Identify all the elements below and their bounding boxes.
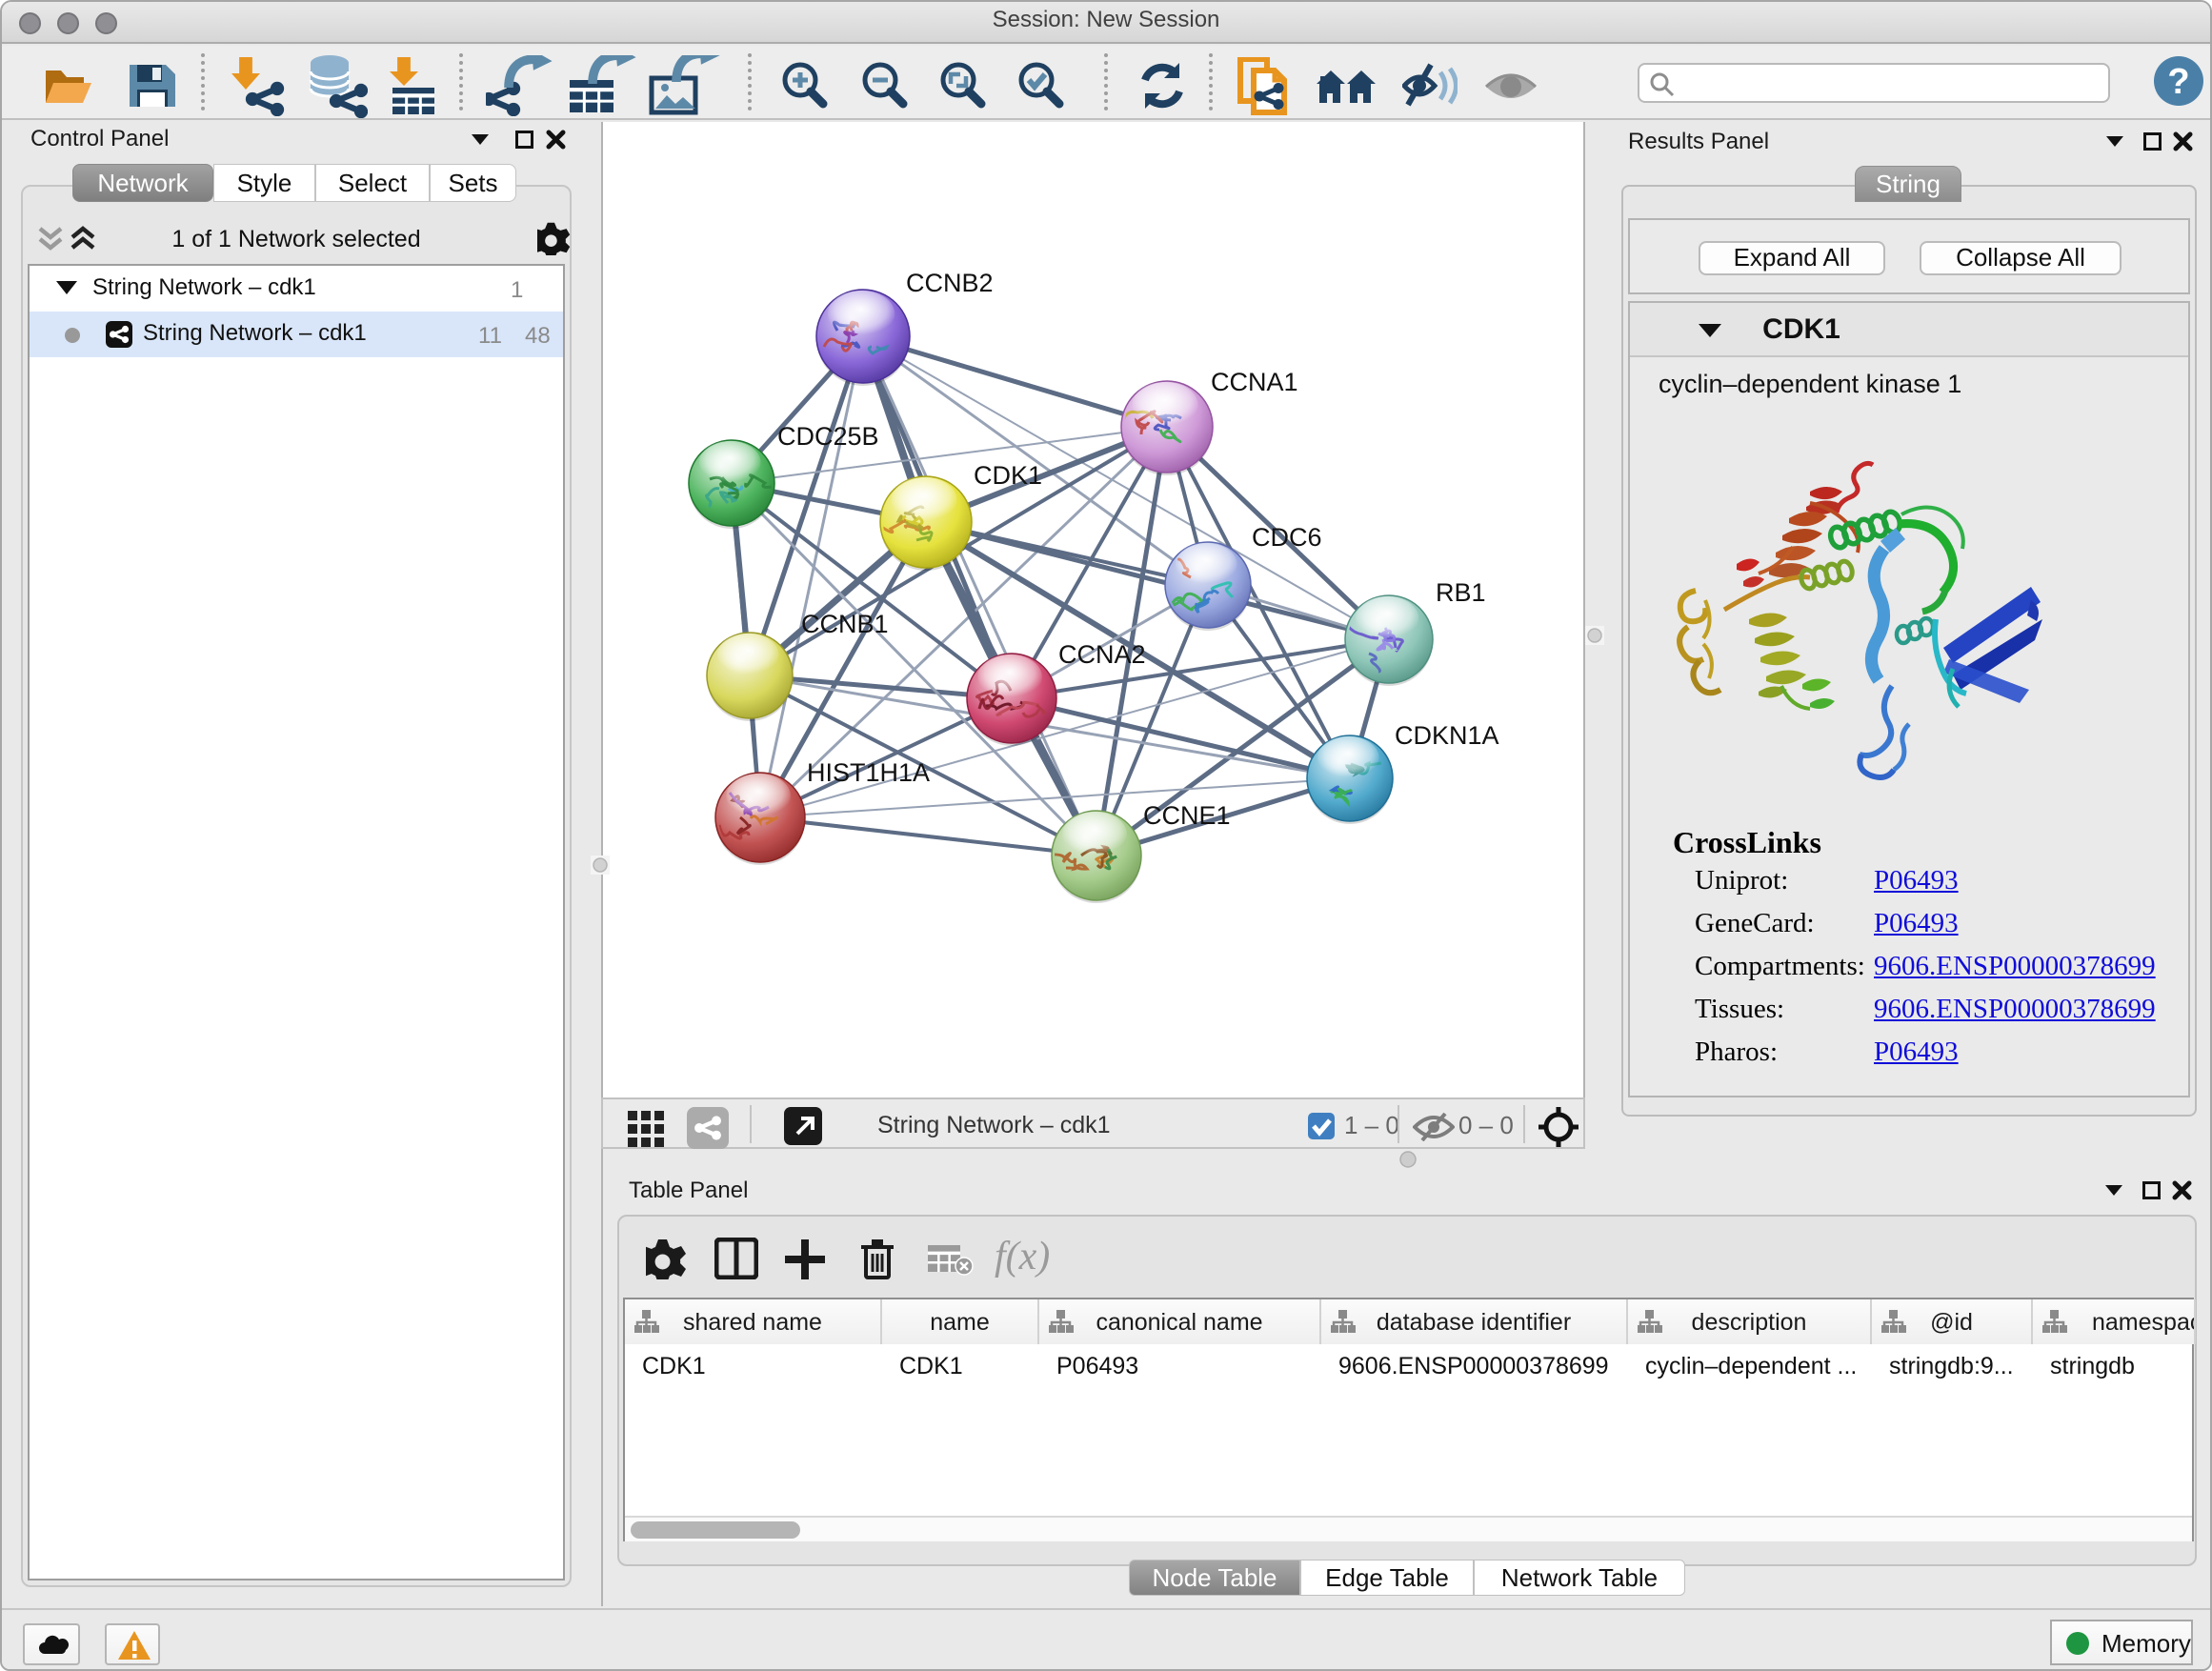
svg-text:?: ? [2167, 62, 2189, 102]
svg-text:RB1: RB1 [1436, 578, 1486, 607]
svg-text:CCNB2: CCNB2 [906, 269, 994, 297]
svg-text:CCNE1: CCNE1 [1143, 801, 1231, 830]
svg-text:CCNA2: CCNA2 [1058, 640, 1146, 669]
svg-text:HIST1H1A: HIST1H1A [807, 758, 930, 787]
svg-text:CDK1: CDK1 [974, 461, 1042, 490]
svg-text:CCNA1: CCNA1 [1211, 368, 1298, 396]
svg-text:CDC6: CDC6 [1252, 523, 1322, 552]
svg-text:CCNB1: CCNB1 [801, 610, 889, 638]
svg-text:CDC25B: CDC25B [777, 422, 879, 451]
svg-text:CDKN1A: CDKN1A [1395, 721, 1499, 750]
